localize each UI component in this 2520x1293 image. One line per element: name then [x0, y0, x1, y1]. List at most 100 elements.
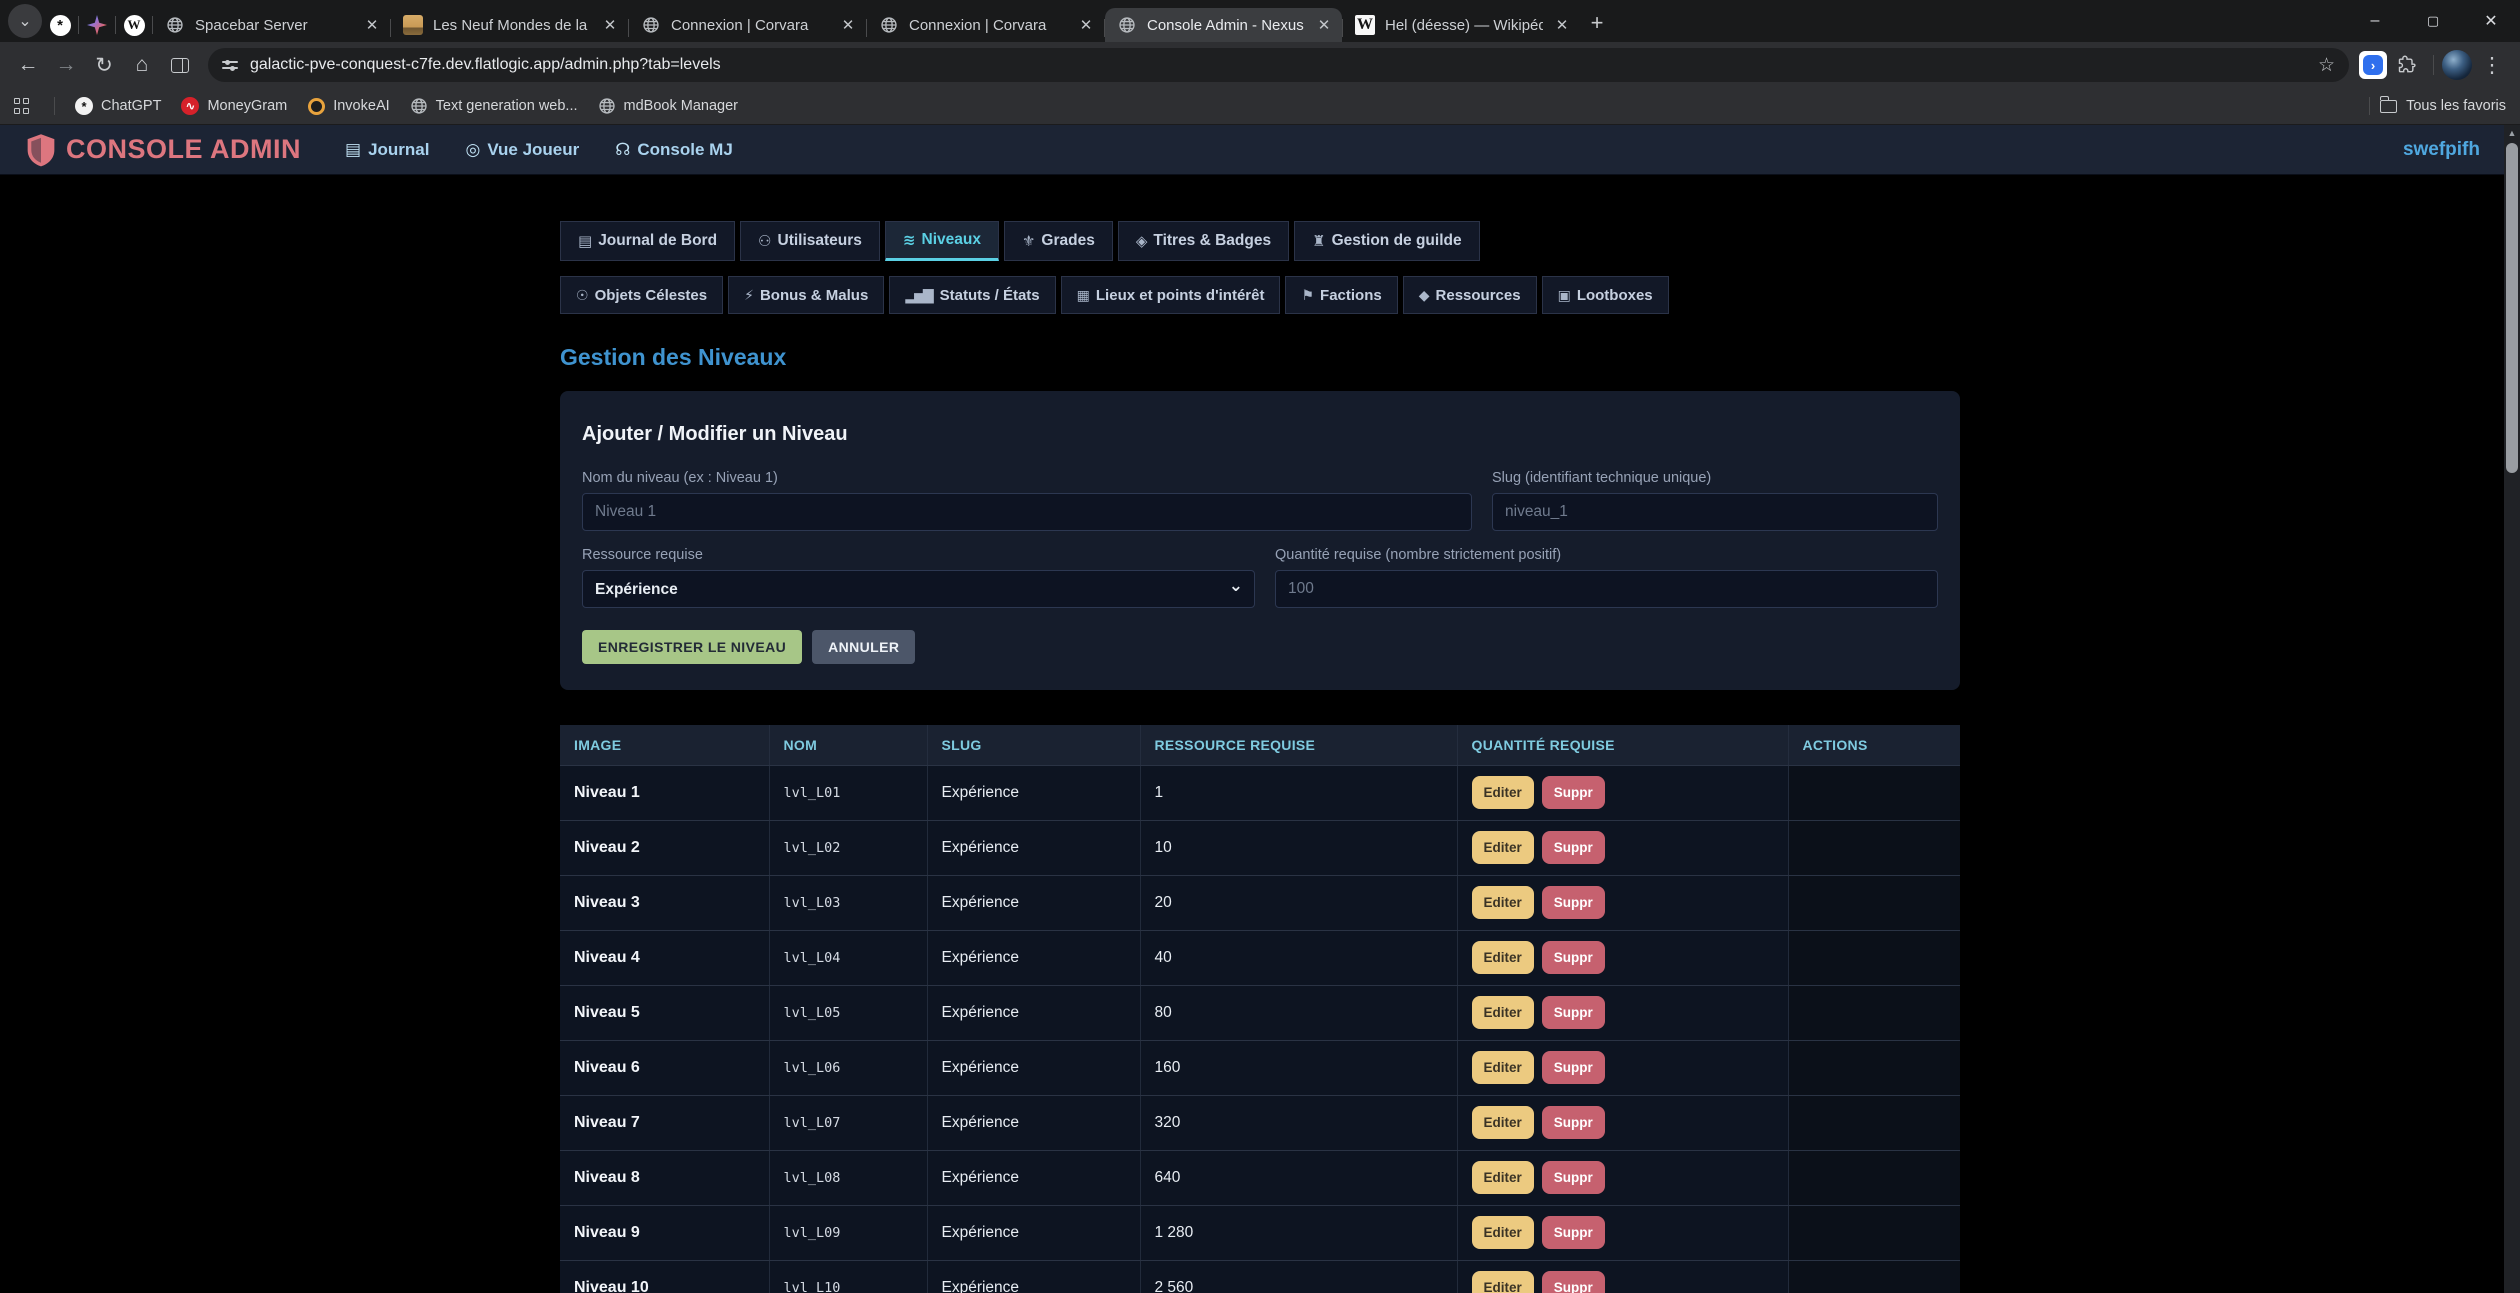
level-slug-cell: lvl_L02 — [769, 820, 927, 875]
edit-button[interactable]: Editer — [1472, 1106, 1534, 1139]
table-row: Niveau 2lvl_L02Expérience10EditerSuppr — [560, 820, 1960, 875]
quantity-input[interactable] — [1275, 570, 1938, 608]
tab-close-icon[interactable]: ✕ — [1314, 16, 1334, 34]
bookmark-star-icon[interactable]: ☆ — [2318, 54, 2335, 77]
tab-lootboxes[interactable]: ▣Lootboxes — [1542, 276, 1669, 314]
site-settings-icon[interactable] — [222, 59, 238, 71]
resource-select[interactable]: Expérience — [582, 570, 1255, 608]
tab-close-icon[interactable]: ✕ — [600, 16, 620, 34]
tab-grades[interactable]: ⚜Grades — [1004, 221, 1113, 261]
side-panel-button[interactable] — [162, 47, 198, 83]
bookmark-item[interactable]: ∿MoneyGram — [171, 92, 297, 120]
delete-button[interactable]: Suppr — [1542, 1161, 1605, 1194]
tab-ressources[interactable]: ◆Ressources — [1403, 276, 1537, 314]
back-button[interactable]: ← — [10, 47, 46, 83]
bookmark-item[interactable]: InvokeAI — [297, 92, 399, 120]
nav-link-vue-joueur[interactable]: ◎Vue Joueur — [465, 140, 579, 160]
delete-button[interactable]: Suppr — [1542, 776, 1605, 809]
maximize-button[interactable]: ▢ — [2404, 0, 2462, 42]
tab-titres-badges[interactable]: ◈Titres & Badges — [1118, 221, 1289, 261]
browser-tab[interactable]: Connexion | Corvara✕ — [867, 8, 1104, 42]
name-input[interactable] — [582, 493, 1472, 531]
delete-button[interactable]: Suppr — [1542, 996, 1605, 1029]
level-resource-cell: Expérience — [927, 1040, 1140, 1095]
tab-close-icon[interactable]: ✕ — [838, 16, 858, 34]
extension-ai-button[interactable]: › — [2359, 51, 2387, 79]
profile-avatar[interactable] — [2442, 50, 2472, 80]
pinned-tab-gemini[interactable] — [79, 8, 115, 42]
scrollbar-thumb[interactable] — [2506, 143, 2518, 473]
bookmark-item[interactable]: *ChatGPT — [65, 92, 171, 120]
divider — [54, 97, 55, 115]
tab-factions[interactable]: ⚑Factions — [1285, 276, 1397, 314]
edit-button[interactable]: Editer — [1472, 1051, 1534, 1084]
delete-button[interactable]: Suppr — [1542, 1216, 1605, 1249]
tab-search-button[interactable]: ⌄ — [8, 4, 42, 38]
delete-button[interactable]: Suppr — [1542, 831, 1605, 864]
edit-button[interactable]: Editer — [1472, 776, 1534, 809]
bookmark-label: Text generation web... — [436, 98, 578, 114]
bookmark-item[interactable]: Text generation web... — [400, 92, 588, 120]
tab-close-icon[interactable]: ✕ — [362, 16, 382, 34]
row-buttons: Editer Suppr — [1472, 1271, 1774, 1293]
level-actions-cell: EditerSuppr — [1457, 820, 1788, 875]
tab-journal-de-bord[interactable]: ▤Journal de Bord — [560, 221, 735, 261]
table-row: Niveau 8lvl_L08Expérience640EditerSuppr — [560, 1150, 1960, 1205]
close-button[interactable]: ✕ — [2462, 0, 2520, 42]
apps-grid-icon[interactable] — [14, 98, 30, 114]
edit-button[interactable]: Editer — [1472, 996, 1534, 1029]
tab-lieux-et-points-d-intér-t[interactable]: ▦Lieux et points d'intérêt — [1061, 276, 1281, 314]
delete-button[interactable]: Suppr — [1542, 1271, 1605, 1293]
nav-link-journal[interactable]: ▤Journal — [345, 140, 429, 160]
home-button[interactable]: ⌂ — [124, 47, 160, 83]
delete-button[interactable]: Suppr — [1542, 941, 1605, 974]
level-name-cell: Niveau 2 — [560, 820, 769, 875]
browser-tab[interactable]: Spacebar Server✕ — [153, 8, 390, 42]
tab-statuts-états[interactable]: ▂▅▇Statuts / États — [889, 276, 1055, 314]
page-scrollbar[interactable]: ▲ — [2504, 125, 2520, 1293]
tab-utilisateurs[interactable]: ⚇Utilisateurs — [740, 221, 880, 261]
username[interactable]: swefpifh — [2403, 139, 2480, 161]
tab-gestion-de-guilde[interactable]: ♜Gestion de guilde — [1294, 221, 1480, 261]
browser-tab[interactable]: Les Neuf Mondes de la Mythol...✕ — [391, 8, 628, 42]
bookmark-label: mdBook Manager — [624, 98, 738, 114]
tab-close-icon[interactable]: ✕ — [1552, 16, 1572, 34]
puzzle-icon — [2397, 55, 2417, 75]
omnibox[interactable]: galactic-pve-conquest-c7fe.dev.flatlogic… — [208, 48, 2349, 82]
nav-link-console-mj[interactable]: ☊Console MJ — [615, 140, 733, 160]
new-tab-button[interactable]: + — [1580, 6, 1614, 40]
edit-button[interactable]: Editer — [1472, 886, 1534, 919]
slug-input[interactable] — [1492, 493, 1938, 531]
minimize-button[interactable]: – — [2346, 0, 2404, 42]
delete-button[interactable]: Suppr — [1542, 886, 1605, 919]
journal-icon: ▤ — [345, 140, 361, 160]
delete-button[interactable]: Suppr — [1542, 1051, 1605, 1084]
pinned-tab-wordpress[interactable]: W — [116, 8, 152, 42]
edit-button[interactable]: Editer — [1472, 941, 1534, 974]
all-bookmarks[interactable]: Tous les favoris — [2359, 97, 2506, 115]
delete-button[interactable]: Suppr — [1542, 1106, 1605, 1139]
forward-button[interactable]: → — [48, 47, 84, 83]
url-text[interactable]: galactic-pve-conquest-c7fe.dev.flatlogic… — [250, 56, 2306, 74]
extensions-button[interactable] — [2389, 47, 2425, 83]
browser-menu-button[interactable]: ⋮ — [2474, 47, 2510, 83]
cancel-button[interactable]: ANNULER — [812, 630, 915, 664]
browser-tab[interactable]: WHel (déesse) — Wikipédia✕ — [1343, 8, 1580, 42]
edit-button[interactable]: Editer — [1472, 1271, 1534, 1293]
scroll-up-icon[interactable]: ▲ — [2504, 125, 2520, 141]
bookmark-item[interactable]: mdBook Manager — [588, 92, 748, 120]
edit-button[interactable]: Editer — [1472, 831, 1534, 864]
browser-tab[interactable]: Console Admin - Nexus✕ — [1105, 8, 1342, 42]
edit-button[interactable]: Editer — [1472, 1161, 1534, 1194]
tab-close-icon[interactable]: ✕ — [1076, 16, 1096, 34]
tab-objets-célestes[interactable]: ☉Objets Célestes — [560, 276, 723, 314]
save-level-button[interactable]: ENREGISTRER LE NIVEAU — [582, 630, 802, 664]
pinned-tab-chatgpt[interactable]: * — [42, 8, 78, 42]
tab-niveaux[interactable]: ≋Niveaux — [885, 221, 999, 261]
tab-bonus-malus[interactable]: ⚡Bonus & Malus — [728, 276, 884, 314]
level-quantity-cell: 80 — [1140, 985, 1457, 1040]
reload-button[interactable]: ↻ — [86, 47, 122, 83]
edit-button[interactable]: Editer — [1472, 1216, 1534, 1249]
browser-tab[interactable]: Connexion | Corvara✕ — [629, 8, 866, 42]
users-icon: ⚇ — [758, 232, 769, 250]
